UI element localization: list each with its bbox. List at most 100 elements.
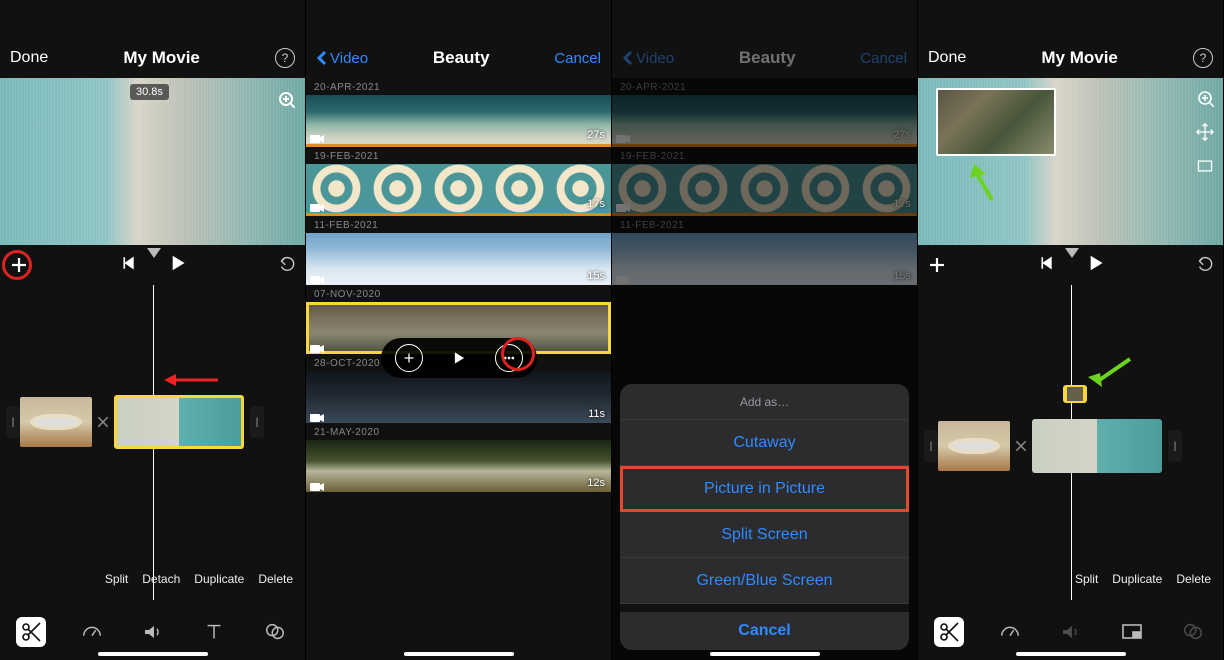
tool-speed-icon[interactable] xyxy=(995,617,1025,647)
home-indicator xyxy=(710,652,820,656)
picker-title: Beauty xyxy=(433,48,490,68)
ios-status-bar xyxy=(612,0,917,38)
action-sheet: Add as… Cutaway Picture in Picture Split… xyxy=(620,384,909,650)
tool-filter-icon[interactable] xyxy=(260,617,290,647)
video-icon xyxy=(310,131,324,141)
pip-overlay-preview[interactable] xyxy=(936,88,1056,156)
zoom-in-icon[interactable] xyxy=(1193,86,1217,110)
clip-duration: 17s xyxy=(587,198,605,210)
done-button[interactable]: Done xyxy=(928,49,966,67)
playhead-indicator xyxy=(147,248,161,258)
ios-status-bar xyxy=(306,0,611,38)
panel-editor-pip: Done My Movie ? | xyxy=(918,0,1224,660)
tool-volume-icon[interactable] xyxy=(138,617,168,647)
clip-main[interactable] xyxy=(1032,419,1162,473)
selection-action-overlay xyxy=(381,338,537,378)
clip-handle-right[interactable]: | xyxy=(250,406,264,438)
project-title: My Movie xyxy=(48,48,275,68)
clip-selected[interactable] xyxy=(114,395,244,449)
timeline-track[interactable]: | | xyxy=(924,418,1182,474)
clip-duration: 11s xyxy=(588,408,605,420)
tool-scissors-icon[interactable] xyxy=(16,617,46,647)
edit-toolbar xyxy=(0,604,305,660)
panel-editor-start: Done My Movie ? 30.8s | | xyxy=(0,0,306,660)
play-button[interactable] xyxy=(1087,254,1105,277)
picker-header: Video Beauty Cancel xyxy=(306,38,611,78)
transition-icon[interactable] xyxy=(1010,435,1032,457)
action-sheet-title: Add as… xyxy=(620,384,909,420)
clip-duration: 12s xyxy=(587,477,605,489)
add-media-button[interactable] xyxy=(8,254,30,276)
annotation-green-arrow-preview xyxy=(968,164,998,209)
annotation-green-arrow-timeline xyxy=(1088,355,1134,394)
crop-rect-icon[interactable] xyxy=(1193,154,1217,178)
play-button[interactable] xyxy=(169,254,187,277)
action-cutaway[interactable]: Cutaway xyxy=(620,420,909,466)
media-clip-strip[interactable]: 11s xyxy=(306,371,611,423)
transition-icon[interactable] xyxy=(92,411,114,433)
preview-area[interactable]: 30.8s xyxy=(0,78,305,245)
tool-volume-icon[interactable] xyxy=(1056,617,1086,647)
home-indicator xyxy=(1016,652,1126,656)
help-icon[interactable]: ? xyxy=(275,48,295,68)
timeline-area[interactable]: | | xyxy=(0,285,305,600)
insert-clip-button[interactable] xyxy=(395,344,423,372)
media-clip-strip[interactable]: 12s xyxy=(306,440,611,492)
skip-back-button[interactable] xyxy=(121,254,139,277)
back-button[interactable]: Video xyxy=(316,50,368,67)
action-split[interactable]: Split xyxy=(1075,572,1098,600)
clip-handle-left[interactable]: | xyxy=(924,430,938,462)
pip-overlay-clip[interactable] xyxy=(1063,385,1087,403)
preview-clip-button[interactable] xyxy=(445,344,473,372)
action-delete[interactable]: Delete xyxy=(1176,572,1211,600)
skip-back-button[interactable] xyxy=(1039,254,1057,277)
action-split[interactable]: Split xyxy=(105,572,128,600)
clip-thumbnail-prev[interactable] xyxy=(20,397,92,447)
more-options-button[interactable] xyxy=(495,344,523,372)
clip-duration: 27s xyxy=(587,129,605,141)
clip-thumbnail-prev[interactable] xyxy=(938,421,1010,471)
help-icon[interactable]: ? xyxy=(1193,48,1213,68)
action-green-blue-screen[interactable]: Green/Blue Screen xyxy=(620,558,909,604)
undo-button[interactable] xyxy=(1195,253,1215,278)
tool-pip-layout-icon[interactable] xyxy=(1117,617,1147,647)
tool-text-icon[interactable] xyxy=(199,617,229,647)
media-clip-strip[interactable]: 15s xyxy=(306,233,611,285)
date-group-label: 20-APR-2021 xyxy=(306,78,611,95)
zoom-in-icon[interactable] xyxy=(275,88,297,110)
cancel-button[interactable]: Cancel xyxy=(554,50,601,67)
action-duplicate[interactable]: Duplicate xyxy=(1112,572,1162,600)
action-split-screen[interactable]: Split Screen xyxy=(620,512,909,558)
action-detach[interactable]: Detach xyxy=(142,572,180,600)
action-picture-in-picture[interactable]: Picture in Picture xyxy=(620,466,909,512)
timeline-track[interactable]: | | xyxy=(6,394,264,450)
timeline-area[interactable]: | | xyxy=(918,285,1223,600)
media-clip-strip[interactable]: 27s xyxy=(306,95,611,147)
video-icon xyxy=(310,200,324,210)
video-icon xyxy=(310,479,324,489)
preview-area[interactable] xyxy=(918,78,1223,245)
panel-media-picker-sheet: Video Beauty Cancel 20-APR-202127s19-FEB… xyxy=(612,0,918,660)
clip-handle-left[interactable]: | xyxy=(6,406,20,438)
action-sheet-cancel[interactable]: Cancel xyxy=(620,604,909,650)
done-button[interactable]: Done xyxy=(10,49,48,67)
action-duplicate[interactable]: Duplicate xyxy=(194,572,244,600)
tool-speed-icon[interactable] xyxy=(77,617,107,647)
panel-media-picker: Video Beauty Cancel 20-APR-202127s19-FEB… xyxy=(306,0,612,660)
date-group-label: 11-FEB-2021 xyxy=(306,216,611,233)
clip-handle-right[interactable]: | xyxy=(1168,430,1182,462)
transport-bar xyxy=(0,245,305,285)
ios-status-bar xyxy=(918,0,1223,38)
action-delete[interactable]: Delete xyxy=(258,572,293,600)
undo-button[interactable] xyxy=(277,253,297,278)
playhead-indicator xyxy=(1065,248,1079,258)
tool-filter-icon[interactable] xyxy=(1178,617,1208,647)
move-icon[interactable] xyxy=(1193,120,1217,144)
media-clip-strip[interactable]: 17s xyxy=(306,164,611,216)
ios-status-bar xyxy=(0,0,305,38)
tool-scissors-icon[interactable] xyxy=(934,617,964,647)
clip-duration-pill: 30.8s xyxy=(130,84,169,100)
add-media-button[interactable] xyxy=(926,254,948,276)
picker-list[interactable]: 20-APR-202127s19-FEB-202117s11-FEB-20211… xyxy=(306,78,611,660)
editor-header: Done My Movie ? xyxy=(918,38,1223,78)
